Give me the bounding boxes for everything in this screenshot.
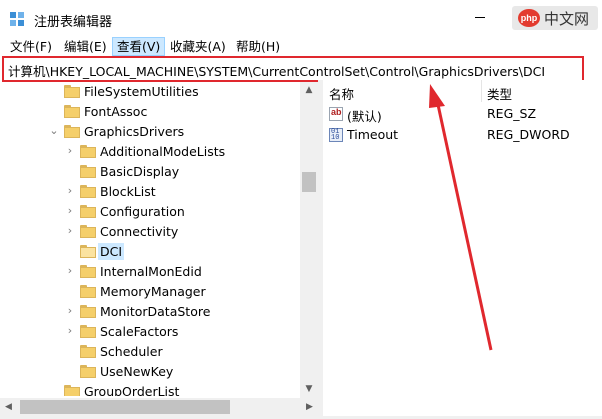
column-type-header[interactable]: 类型 [487,84,512,103]
value-row[interactable]: 01 10 Timeout REG_DWORD [323,125,602,145]
tree-item-label: BlockList [100,184,156,199]
tree-item[interactable]: › Connectivity [0,222,300,242]
tree-item[interactable]: DCI [0,242,300,262]
chevron-right-icon[interactable]: › [64,325,76,337]
scroll-right-icon[interactable]: ▶ [301,398,318,416]
tree-item[interactable]: Scheduler [0,342,300,362]
tree-item[interactable]: UseNewKey [0,362,300,382]
folder-icon [80,245,96,258]
tree-item[interactable]: GroupOrderList [0,382,300,396]
dword-value-icon: 01 10 [329,128,343,142]
tree-item-label: MonitorDataStore [100,304,211,319]
value-row[interactable]: ab (默认) REG_SZ [323,104,602,124]
column-divider[interactable] [481,80,482,102]
tree-item[interactable]: › ScaleFactors [0,322,300,342]
menu-edit[interactable]: 编辑(E) [60,38,111,55]
tree-item[interactable]: FileSystemUtilities [0,82,300,102]
chevron-down-icon[interactable]: ⌄ [48,125,60,137]
values-list: 名称 类型 ab (默认) REG_SZ 01 10 Timeout REG_DW… [323,80,602,419]
tree-item-label: ScaleFactors [100,324,179,339]
folder-icon [64,385,80,396]
tree-item[interactable]: › BlockList [0,182,300,202]
tree-item-label: AdditionalModeLists [100,144,226,159]
folder-icon [80,165,96,178]
title-bar: 注册表编辑器 php 中文网 [0,0,602,36]
tree-item[interactable]: › InternalMonEdid [0,262,300,282]
column-name-header[interactable]: 名称 [329,84,354,103]
menu-file[interactable]: 文件(F) [6,38,56,55]
tree-item-label: Connectivity [100,224,179,239]
address-bar[interactable]: 计算机\HKEY_LOCAL_MACHINE\SYSTEM\CurrentCon… [2,56,584,82]
folder-icon [80,265,96,278]
folder-icon [80,205,96,218]
tree-item-label: Scheduler [100,344,163,359]
menu-favorites[interactable]: 收藏夹(A) [166,38,230,55]
folder-icon [80,325,96,338]
window-title: 注册表编辑器 [34,15,113,30]
folder-icon [80,305,96,318]
chevron-right-icon[interactable]: › [64,145,76,157]
list-header: 名称 类型 [323,80,602,102]
tree-horizontal-scrollbar[interactable]: ◀ ▶ [0,398,318,416]
folder-icon [64,85,80,98]
php-logo-icon: php [518,9,540,27]
chevron-right-icon[interactable]: › [64,225,76,237]
minimize-button[interactable] [475,17,485,18]
string-value-icon: ab [329,107,343,121]
chevron-right-icon[interactable]: › [64,265,76,277]
watermark-text: 中文网 [544,10,590,28]
value-name: Timeout [347,127,399,142]
tree-item-label: DCI [98,243,125,260]
folder-icon [80,225,96,238]
folder-icon [64,105,80,118]
tree-item[interactable]: FontAssoc [0,102,300,122]
tree-item[interactable]: › MonitorDataStore [0,302,300,322]
folder-icon [80,285,96,298]
watermark: php 中文网 [512,6,598,30]
tree-item[interactable]: › Configuration [0,202,300,222]
tree-item-label: MemoryManager [100,284,206,299]
tree-item[interactable]: BasicDisplay [0,162,300,182]
horizontal-scroll-thumb[interactable] [20,400,230,414]
tree-item-label: Configuration [100,204,185,219]
chevron-right-icon[interactable]: › [64,185,76,197]
scroll-thumb[interactable] [302,172,316,192]
tree-item-label: GraphicsDrivers [84,124,185,139]
scroll-down-icon[interactable]: ▼ [300,381,318,398]
tree-item-label: GroupOrderList [84,384,180,396]
folder-icon [64,125,80,138]
folder-icon [80,145,96,158]
scroll-left-icon[interactable]: ◀ [0,398,17,416]
tree-item-label: FileSystemUtilities [84,84,199,99]
folder-icon [80,345,96,358]
tree-item-label: InternalMonEdid [100,264,202,279]
tree-item-label: BasicDisplay [100,164,180,179]
folder-icon [80,185,96,198]
value-type: REG_DWORD [487,127,570,142]
tree-item[interactable]: › AdditionalModeLists [0,142,300,162]
menu-view[interactable]: 查看(V) [112,37,166,56]
menu-help[interactable]: 帮助(H) [232,38,284,55]
tree-item-label: FontAssoc [84,104,148,119]
registry-editor-icon [10,12,24,26]
chevron-right-icon[interactable]: › [64,205,76,217]
key-tree: FileSystemUtilities FontAssoc ⌄ GraphicsDri… [0,82,318,396]
value-name: (默认) [347,109,382,124]
tree-item-label: UseNewKey [100,364,174,379]
folder-icon [80,365,96,378]
tree-vertical-scrollbar[interactable]: ▲ ▼ [300,82,318,398]
tree-item[interactable]: MemoryManager [0,282,300,302]
menu-bar: 文件(F) 编辑(E) 查看(V) 收藏夹(A) 帮助(H) [0,36,602,56]
scroll-up-icon[interactable]: ▲ [300,82,318,99]
chevron-right-icon[interactable]: › [64,305,76,317]
tree-item[interactable]: ⌄ GraphicsDrivers [0,122,300,142]
address-path[interactable]: 计算机\HKEY_LOCAL_MACHINE\SYSTEM\CurrentCon… [8,61,545,80]
value-type: REG_SZ [487,106,537,121]
